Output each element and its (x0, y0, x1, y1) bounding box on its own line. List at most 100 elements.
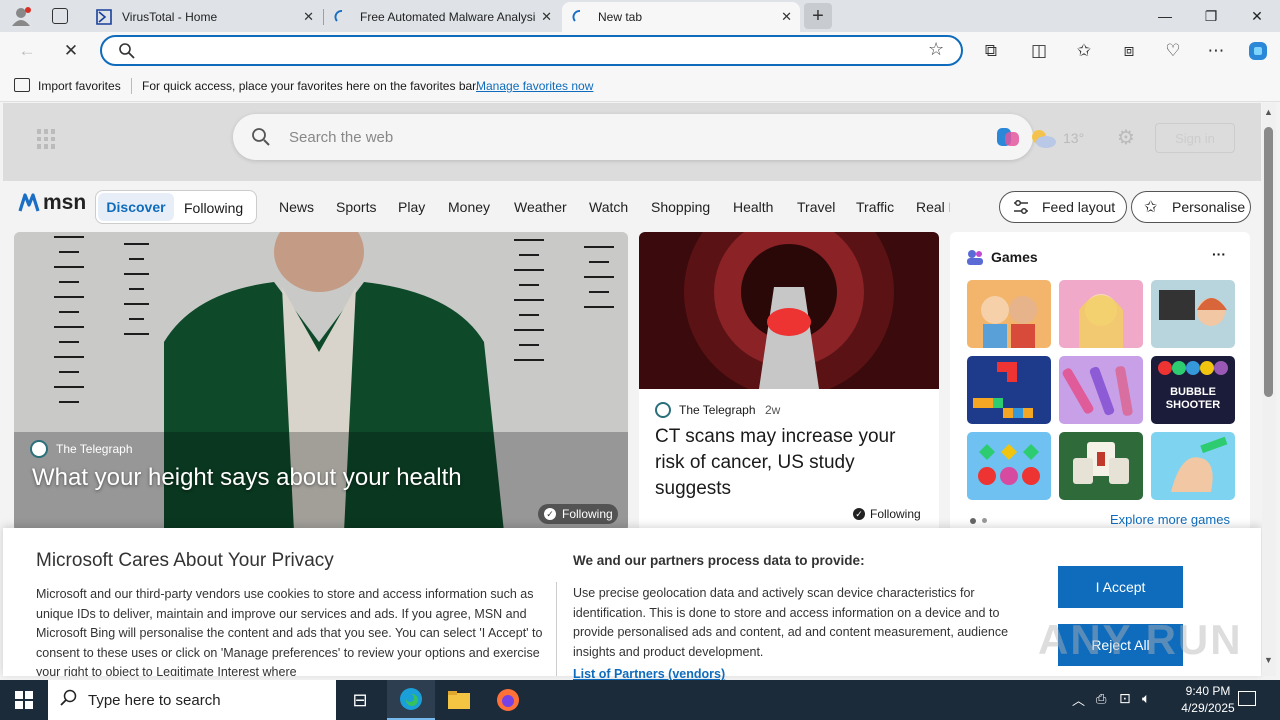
game-tile-5[interactable] (1059, 356, 1143, 424)
start-button[interactable] (0, 680, 48, 720)
temperature: 13° (1063, 130, 1085, 146)
game-tile-9[interactable] (1151, 432, 1235, 500)
bubble-shooter-label: BUBBLE SHOOTER (1165, 386, 1221, 411)
nav-travel[interactable]: Travel (797, 199, 835, 215)
nav-sports[interactable]: Sports (336, 199, 376, 215)
search-input[interactable]: Search the web (289, 129, 393, 146)
taskbar-search-input[interactable]: Type here to search (88, 692, 221, 709)
hero-following-badge[interactable]: ✓ Following (538, 504, 618, 524)
stop-loading-icon[interactable]: ✕ (58, 38, 84, 64)
tab-new-tab[interactable]: New tab ✕ (562, 2, 800, 32)
page-scrollbar[interactable]: ▲ ▼ (1262, 103, 1276, 676)
taskbar-search[interactable]: Type here to search (48, 680, 336, 720)
profile-avatar[interactable] (10, 6, 32, 26)
game-tile-bubble-shooter[interactable]: BUBBLE SHOOTER (1151, 356, 1235, 424)
msn-logo[interactable]: msn (17, 191, 86, 215)
hero-story-card[interactable]: The Telegraph What your height says abou… (14, 232, 628, 532)
game-tile-7[interactable] (967, 432, 1051, 500)
copilot-icon[interactable] (1245, 38, 1271, 64)
tab-following[interactable]: Following (184, 200, 243, 216)
game-tile-4[interactable] (967, 356, 1051, 424)
accept-button[interactable]: I Accept (1058, 566, 1183, 608)
nav-traffic[interactable]: Traffic (856, 199, 894, 215)
scroll-thumb[interactable] (1264, 127, 1273, 397)
search-icon (60, 689, 78, 712)
firefox-icon[interactable] (484, 680, 532, 720)
network-icon[interactable]: ⊡ (1119, 690, 1131, 707)
tab-actions-icon[interactable] (52, 8, 68, 24)
show-hidden-icons[interactable]: ︿ (1072, 690, 1085, 709)
game-tile-mahjong[interactable] (1059, 432, 1143, 500)
game-tile-1[interactable] (967, 280, 1051, 348)
nav-real-estate[interactable]: Real E (916, 199, 950, 215)
hero-source: The Telegraph (56, 442, 133, 456)
nav-health[interactable]: Health (733, 199, 773, 215)
weather-icon[interactable] (1029, 127, 1057, 154)
split-screen-icon[interactable]: ◫ (1026, 38, 1052, 64)
close-tab-icon[interactable]: ✕ (781, 9, 792, 25)
restore-button[interactable]: ❐ (1188, 0, 1234, 32)
apps-grid-icon[interactable] (37, 129, 57, 149)
card-headline[interactable]: CT scans may increase your risk of cance… (655, 424, 925, 502)
tab-virustotal[interactable]: VirusTotal - Home ✕ (86, 2, 322, 32)
extensions-icon[interactable]: ⧉ (978, 38, 1004, 64)
collections-icon[interactable]: ⧈ (1116, 38, 1142, 64)
more-menu-icon[interactable]: ⋯ (1203, 38, 1229, 64)
import-favorites-button[interactable]: Import favorites (38, 79, 121, 93)
nav-weather[interactable]: Weather (514, 199, 567, 215)
personalise-button[interactable]: ✩ Personalise (1131, 191, 1251, 223)
settings-gear-icon[interactable]: ⚙ (1117, 125, 1135, 150)
game-tile-2[interactable] (1059, 280, 1143, 348)
search-icon (251, 127, 271, 152)
manage-favorites-link[interactable]: Manage favorites now (476, 79, 593, 93)
edge-taskbar-icon[interactable] (387, 680, 435, 720)
favorite-star-icon[interactable]: ☆ (928, 39, 944, 60)
games-more-button[interactable]: ··· (1212, 246, 1226, 262)
partners-link[interactable]: List of Partners (vendors) (573, 667, 725, 681)
carousel-dot[interactable] (982, 518, 987, 523)
tab-title: New tab (598, 10, 643, 24)
performance-icon[interactable]: ♡ (1160, 38, 1186, 64)
new-tab-button[interactable]: + (804, 3, 832, 29)
notifications-icon[interactable] (1238, 691, 1256, 706)
back-icon[interactable]: ← (14, 38, 40, 64)
sign-in-button[interactable]: Sign in (1155, 123, 1235, 153)
clock-time[interactable]: 9:40 PM (1172, 684, 1244, 698)
card-following-badge[interactable]: ✓ Following (853, 507, 921, 521)
nav-money[interactable]: Money (448, 199, 490, 215)
hero-headline[interactable]: What your height says about your health (32, 464, 462, 492)
close-window-button[interactable]: ✕ (1234, 0, 1280, 32)
story-card[interactable]: The Telegraph 2w CT scans may increase y… (639, 232, 939, 532)
following-label: Following (562, 507, 613, 521)
nav-play[interactable]: Play (398, 199, 425, 215)
following-label: Following (870, 507, 921, 521)
reject-all-button[interactable]: Reject All (1058, 624, 1183, 666)
minimize-button[interactable]: — (1142, 0, 1188, 32)
import-icon (14, 78, 30, 92)
web-search-box[interactable]: Search the web (233, 114, 1033, 160)
copilot-search-icon[interactable] (995, 126, 1021, 155)
feed-layout-button[interactable]: Feed layout (999, 191, 1127, 223)
clock-date[interactable]: 4/29/2025 (1172, 701, 1244, 715)
ct-scan-image (639, 232, 939, 389)
game-tile-3[interactable] (1151, 280, 1235, 348)
tab-discover[interactable]: Discover (98, 193, 174, 221)
close-tab-icon[interactable]: ✕ (303, 9, 314, 25)
file-explorer-icon[interactable] (435, 680, 483, 720)
nav-watch[interactable]: Watch (589, 199, 628, 215)
tab-anyrun[interactable]: Free Automated Malware Analysi ✕ (324, 2, 560, 32)
favorites-hint: For quick access, place your favorites h… (142, 79, 479, 93)
explore-more-games-link[interactable]: Explore more games (1110, 512, 1230, 527)
scroll-up-arrow[interactable]: ▲ (1264, 107, 1273, 117)
carousel-dot-active[interactable] (970, 518, 976, 524)
volume-icon[interactable]: 🔈︎ (1142, 690, 1150, 707)
close-tab-icon[interactable]: ✕ (541, 9, 552, 25)
feed-layout-label: Feed layout (1042, 199, 1116, 215)
favorites-icon[interactable]: ✩ (1071, 38, 1097, 64)
device-icon[interactable]: ⎙ (1096, 691, 1106, 707)
scroll-down-arrow[interactable]: ▼ (1264, 655, 1273, 665)
nav-news[interactable]: News (279, 199, 314, 215)
task-view-icon[interactable]: ⊟ (336, 680, 384, 720)
nav-shopping[interactable]: Shopping (651, 199, 710, 215)
address-bar[interactable]: ☆ (100, 35, 963, 66)
